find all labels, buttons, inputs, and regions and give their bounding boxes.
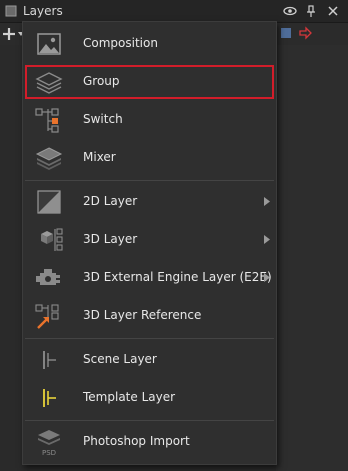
menu-separator: [25, 180, 274, 181]
2d-layer-icon: [37, 190, 61, 214]
menu-item-template-layer[interactable]: Template Layer: [25, 381, 274, 415]
template-layer-icon: [43, 389, 56, 407]
e2e-engine-icon: [36, 269, 60, 285]
layers-panel-icon: [5, 5, 17, 17]
composition-icon: [37, 33, 61, 55]
submenu-arrow-icon: [264, 197, 270, 206]
3d-layer-reference-icon: [35, 304, 59, 329]
menu-item-3d-layer-reference[interactable]: 3D Layer Reference: [25, 299, 274, 333]
menu-item-label: Scene Layer: [83, 352, 157, 366]
menu-item-mixer[interactable]: Mixer: [25, 141, 274, 175]
panel-titlebar: Layers: [0, 0, 348, 23]
switch-icon: [35, 108, 59, 133]
menu-item-photoshop-import[interactable]: PSD Photoshop Import: [25, 425, 274, 459]
menu-item-label: Mixer: [83, 150, 116, 164]
menu-item-switch[interactable]: Switch: [25, 103, 274, 137]
menu-item-label: 3D Layer: [83, 232, 138, 246]
layers-side-strip: [276, 45, 348, 471]
menu-separator: [25, 420, 274, 421]
menu-item-scene-layer[interactable]: Scene Layer: [25, 343, 274, 377]
layer-grid-icon[interactable]: [279, 26, 293, 40]
panel-title: Layers: [23, 4, 63, 18]
red-arrow-icon[interactable]: [298, 26, 312, 40]
close-icon[interactable]: [326, 4, 340, 18]
menu-item-label: Switch: [83, 112, 123, 126]
menu-item-label: 2D Layer: [83, 194, 138, 208]
3d-layer-icon: [41, 228, 63, 251]
menu-item-2d-layer[interactable]: 2D Layer: [25, 185, 274, 219]
menu-item-label: 3D Layer Reference: [83, 308, 202, 322]
photoshop-import-icon: PSD: [38, 430, 60, 457]
menu-item-label: Group: [83, 74, 120, 88]
menu-item-label: Template Layer: [83, 390, 176, 404]
submenu-arrow-icon: [264, 273, 270, 282]
menu-item-label: Composition: [83, 36, 158, 50]
group-icon: [35, 72, 63, 94]
menu-item-group[interactable]: Group: [25, 65, 274, 99]
mixer-icon: [35, 147, 63, 170]
menu-item-label: Photoshop Import: [83, 434, 190, 448]
submenu-arrow-icon: [264, 235, 270, 244]
add-layer-menu: Composition Group Switch Mixer 2D Layer …: [22, 21, 277, 465]
menu-item-e2e-layer[interactable]: 3D External Engine Layer (E2E): [25, 261, 274, 295]
menu-item-3d-layer[interactable]: 3D Layer: [25, 223, 274, 257]
menu-item-label: 3D External Engine Layer (E2E): [83, 270, 272, 284]
psd-badge: PSD: [42, 449, 56, 457]
pin-icon[interactable]: [304, 4, 318, 18]
menu-separator: [25, 338, 274, 339]
eye-icon[interactable]: [283, 4, 297, 18]
menu-item-composition[interactable]: Composition: [25, 27, 274, 61]
scene-layer-icon: [43, 351, 56, 369]
